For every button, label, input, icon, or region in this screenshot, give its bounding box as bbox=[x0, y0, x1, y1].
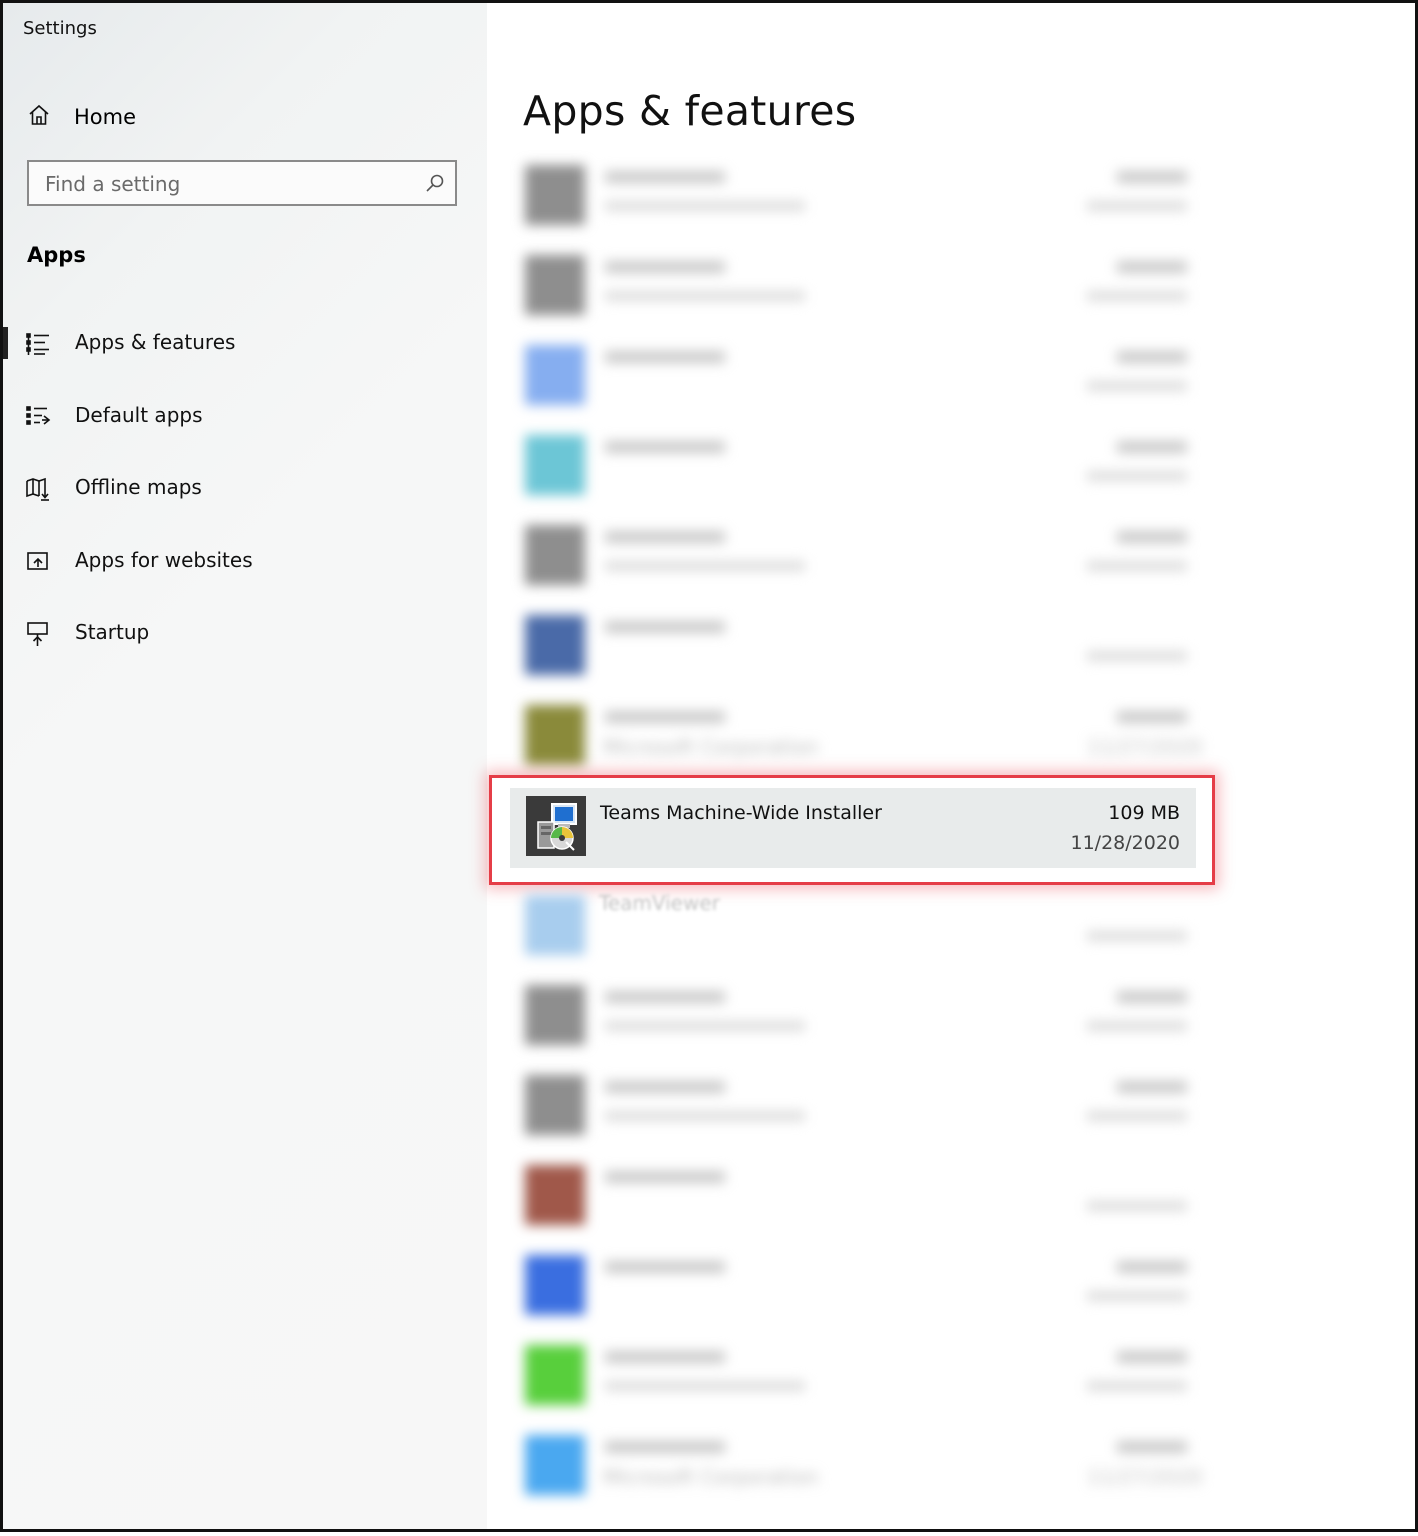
app-name: Teams Machine-Wide Installer bbox=[600, 802, 882, 824]
sidebar: Settings Home Apps bbox=[3, 3, 487, 1529]
sidebar-item-label: Startup bbox=[75, 620, 150, 644]
app-icon bbox=[525, 1165, 585, 1225]
app-list-item[interactable] bbox=[507, 423, 1207, 513]
sidebar-item-label: Offline maps bbox=[75, 475, 202, 499]
sidebar-item-offline-maps[interactable]: Offline maps bbox=[3, 466, 487, 510]
app-list-blurred-bottom: Microsoft Corporation 11/27/2020 bbox=[507, 883, 1207, 1513]
search-icon[interactable] bbox=[425, 173, 445, 197]
app-icon bbox=[525, 1345, 585, 1405]
app-date: 11/27/2020 bbox=[1087, 1465, 1203, 1489]
app-list-item[interactable] bbox=[507, 1153, 1207, 1243]
apps-features-icon bbox=[25, 331, 51, 357]
offline-maps-icon bbox=[25, 476, 51, 502]
window-title: Settings bbox=[23, 18, 97, 39]
app-publisher: Microsoft Corporation bbox=[603, 735, 819, 759]
app-icon bbox=[525, 165, 585, 225]
main-content: Apps & features Microsoft Corporation 11… bbox=[487, 3, 1415, 1529]
home-icon bbox=[27, 103, 51, 131]
sidebar-item-label: Apps for websites bbox=[75, 548, 253, 572]
default-apps-icon bbox=[25, 404, 51, 430]
app-size: 109 MB bbox=[1108, 802, 1180, 824]
app-list-item[interactable] bbox=[507, 153, 1207, 243]
sidebar-item-label: Default apps bbox=[75, 403, 203, 427]
app-date: 11/27/2020 bbox=[1087, 735, 1203, 759]
sidebar-item-startup[interactable]: Startup bbox=[3, 611, 487, 655]
app-list-item[interactable] bbox=[507, 243, 1207, 333]
section-title: Apps bbox=[27, 243, 86, 267]
highlight-box: Teams Machine-Wide Installer 109 MB 11/2… bbox=[489, 775, 1215, 885]
home-label: Home bbox=[74, 105, 137, 129]
search-input[interactable] bbox=[43, 168, 417, 200]
home-nav-item[interactable]: Home bbox=[27, 99, 136, 135]
app-icon bbox=[525, 435, 585, 495]
apps-websites-icon bbox=[25, 549, 51, 575]
app-icon bbox=[525, 895, 585, 955]
app-icon bbox=[525, 615, 585, 675]
app-icon bbox=[525, 705, 585, 765]
app-icon bbox=[525, 985, 585, 1045]
app-install-date: 11/28/2020 bbox=[1070, 832, 1180, 854]
next-app-name: TeamViewer bbox=[599, 891, 720, 915]
app-icon bbox=[525, 1075, 585, 1135]
sidebar-item-apps-features[interactable]: Apps & features bbox=[3, 321, 487, 365]
sidebar-item-default-apps[interactable]: Default apps bbox=[3, 394, 487, 438]
app-list-item[interactable] bbox=[507, 1063, 1207, 1153]
app-icon bbox=[525, 345, 585, 405]
app-list-item[interactable] bbox=[507, 973, 1207, 1063]
app-list-item[interactable]: Microsoft Corporation 11/27/2020 bbox=[507, 693, 1207, 783]
app-list-item[interactable] bbox=[507, 1243, 1207, 1333]
sidebar-item-apps-for-websites[interactable]: Apps for websites bbox=[3, 539, 487, 583]
app-list-item[interactable] bbox=[507, 1333, 1207, 1423]
app-list-blurred-top: Microsoft Corporation 11/27/2020 bbox=[507, 153, 1207, 783]
app-icon bbox=[525, 1435, 585, 1495]
startup-icon bbox=[25, 621, 51, 647]
app-list-item[interactable]: Microsoft Corporation 11/27/2020 bbox=[507, 1423, 1207, 1513]
sidebar-item-label: Apps & features bbox=[75, 330, 236, 354]
search-box[interactable] bbox=[27, 160, 457, 206]
app-list-item[interactable] bbox=[507, 513, 1207, 603]
app-icon bbox=[525, 1255, 585, 1315]
app-list-item[interactable] bbox=[507, 333, 1207, 423]
app-publisher: Microsoft Corporation bbox=[603, 1465, 819, 1489]
app-icon bbox=[525, 525, 585, 585]
app-list-item[interactable] bbox=[507, 603, 1207, 693]
page-title: Apps & features bbox=[523, 87, 857, 135]
settings-window: Settings Home Apps bbox=[0, 0, 1418, 1532]
installer-icon bbox=[526, 796, 586, 856]
app-list-item-teams-installer[interactable]: Teams Machine-Wide Installer 109 MB 11/2… bbox=[510, 788, 1196, 868]
selected-indicator bbox=[3, 327, 8, 359]
app-icon bbox=[525, 255, 585, 315]
